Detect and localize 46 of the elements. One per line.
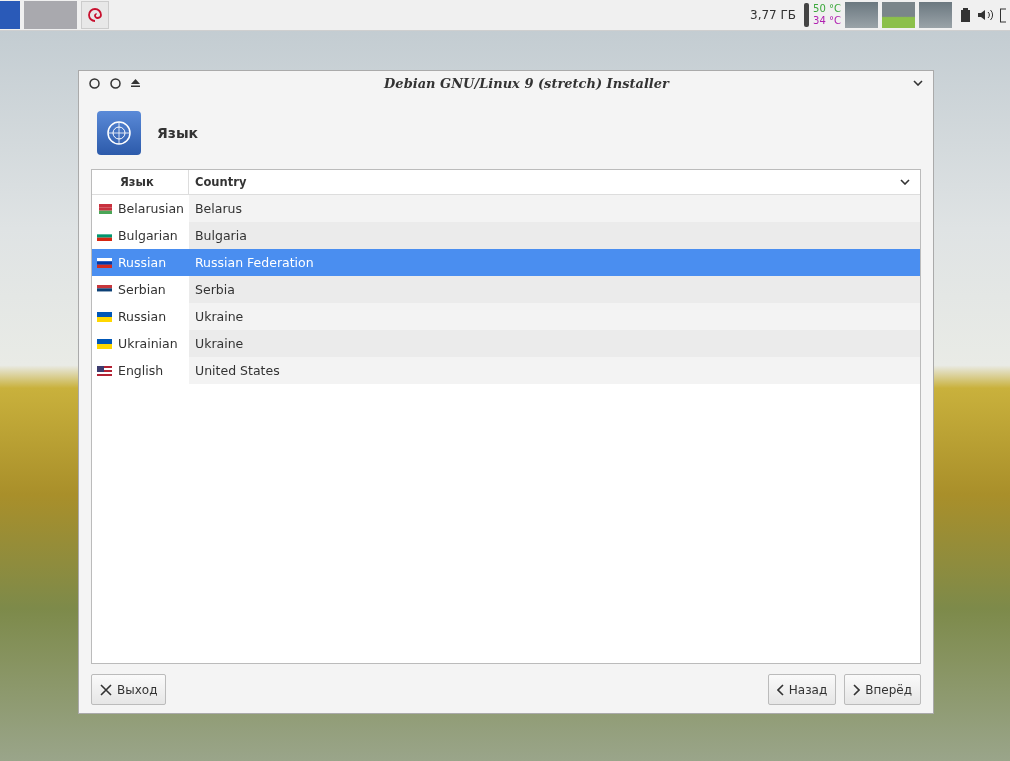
- chevron-left-icon: [776, 683, 784, 696]
- globe-emblem-icon: [97, 111, 141, 155]
- next-button[interactable]: Вперёд: [844, 674, 921, 705]
- language-cell: Bulgarian: [118, 228, 178, 243]
- memory-usage: 3,77 ГБ: [750, 8, 797, 22]
- flag-icon: [97, 311, 112, 322]
- cpu-graph: [845, 2, 878, 28]
- flag-icon: [97, 338, 112, 349]
- circle-icon[interactable]: [110, 77, 121, 89]
- language-cell: Belarusian: [118, 201, 185, 216]
- column-header[interactable]: Язык: [120, 175, 154, 189]
- chevron-right-icon: [853, 683, 861, 696]
- language-cell: English: [118, 363, 164, 378]
- quit-button[interactable]: Выход: [91, 674, 167, 705]
- close-icon: [100, 683, 112, 696]
- debian-swirl-icon[interactable]: [81, 1, 109, 29]
- memory-graph: [882, 2, 915, 28]
- country-cell: Serbia: [195, 282, 235, 297]
- language-cell: Ukrainian: [118, 336, 178, 351]
- eject-icon[interactable]: [131, 79, 140, 87]
- country-cell: Russian Federation: [195, 255, 314, 270]
- column-header[interactable]: Country: [189, 175, 900, 189]
- temperature-reading: 34 °C: [813, 15, 841, 27]
- volume-icon[interactable]: [977, 9, 994, 21]
- flag-icon: [97, 365, 112, 376]
- country-cell: Ukraine: [195, 336, 244, 351]
- network-graph: [919, 2, 952, 28]
- country-cell: Belarus: [195, 201, 242, 216]
- flag-icon: [97, 203, 112, 214]
- chevron-down-icon[interactable]: [913, 80, 923, 86]
- page-title: Язык: [157, 125, 199, 141]
- flag-icon: [97, 284, 112, 295]
- temperature-reading: 50 °C: [813, 3, 841, 15]
- language-cell: Russian: [118, 255, 167, 270]
- language-cell: Serbian: [118, 282, 166, 297]
- country-cell: Ukraine: [195, 309, 244, 324]
- country-cell: Bulgaria: [195, 228, 247, 243]
- country-cell: United States: [195, 363, 280, 378]
- back-button[interactable]: Назад: [767, 674, 837, 705]
- clipboard-icon[interactable]: [960, 8, 971, 22]
- circle-icon[interactable]: [89, 77, 100, 89]
- memory-bar: [804, 3, 810, 27]
- flag-icon: [97, 257, 112, 268]
- chevron-down-icon[interactable]: [900, 179, 910, 185]
- language-cell: Russian: [118, 309, 167, 324]
- window-title: Debian GNU/Linux 9 (stretch) Installer: [382, 75, 671, 91]
